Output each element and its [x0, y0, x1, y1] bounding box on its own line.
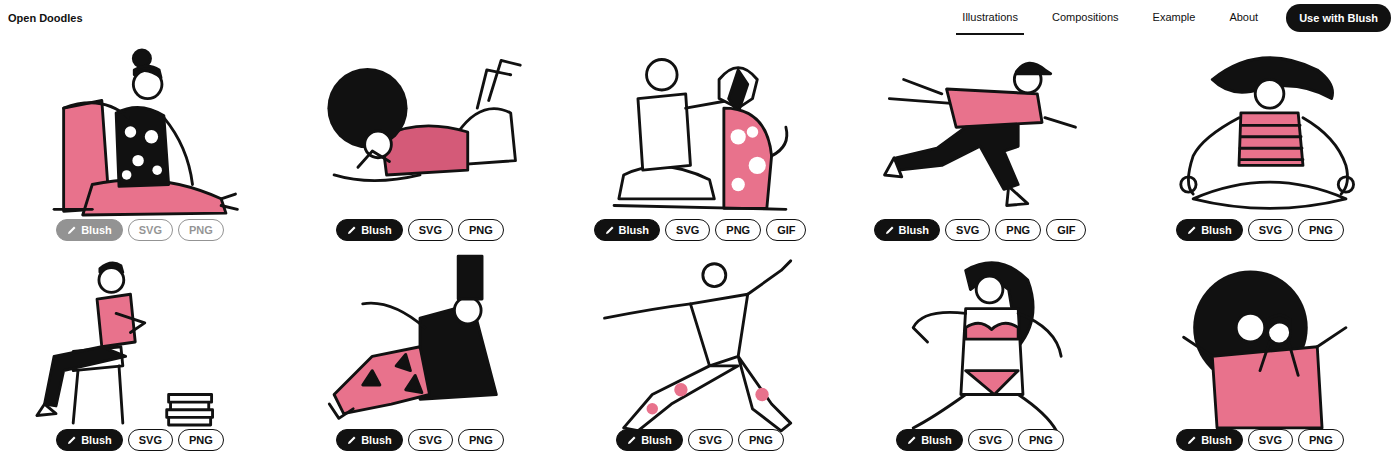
download-button[interactable]: PNG — [995, 219, 1041, 241]
download-button[interactable]: SVG — [945, 219, 990, 241]
blush-button[interactable]: Blush — [56, 219, 123, 241]
download-buttons: BlushSVGPNG — [336, 219, 504, 241]
doodle-illustration — [315, 251, 525, 433]
pencil-icon — [67, 225, 77, 235]
pencil-icon — [627, 435, 637, 445]
download-button[interactable]: PNG — [178, 219, 224, 241]
nav-link[interactable]: About — [1223, 0, 1264, 35]
illustration-card: BlushSVGPNG — [840, 251, 1120, 451]
doodle-illustration — [595, 41, 805, 223]
doodle-illustration — [875, 251, 1085, 433]
download-button[interactable]: SVG — [408, 219, 453, 241]
blush-button[interactable]: Blush — [874, 219, 941, 241]
doodle-illustration — [35, 251, 245, 433]
blush-button[interactable]: Blush — [594, 219, 661, 241]
site-title[interactable]: Open Doodles — [8, 12, 83, 24]
doodle-illustration — [1155, 251, 1365, 433]
illustration-card: BlushSVGPNGGIF — [560, 41, 840, 241]
page: Open Doodles Illustrations Compositions Ex… — [0, 0, 1400, 474]
download-button[interactable]: PNG — [458, 219, 504, 241]
download-button[interactable]: SVG — [128, 429, 173, 451]
pencil-icon — [347, 225, 357, 235]
pencil-icon — [885, 225, 895, 235]
blush-button[interactable]: Blush — [616, 429, 683, 451]
download-button[interactable]: PNG — [715, 219, 761, 241]
download-buttons: BlushSVGPNG — [616, 429, 784, 451]
blush-button[interactable]: Blush — [336, 429, 403, 451]
download-buttons: BlushSVGPNG — [896, 429, 1064, 451]
illustration-card: BlushSVGPNG — [1120, 251, 1400, 451]
download-button[interactable]: SVG — [968, 429, 1013, 451]
illustration-card: BlushSVGPNG — [1120, 41, 1400, 241]
download-buttons: BlushSVGPNG — [1176, 429, 1344, 451]
download-buttons: BlushSVGPNG — [56, 429, 224, 451]
pencil-icon — [605, 225, 615, 235]
download-buttons: BlushSVGPNGGIF — [594, 219, 807, 241]
download-button[interactable]: SVG — [128, 219, 173, 241]
download-button[interactable]: SVG — [1248, 429, 1293, 451]
illustration-card: BlushSVGPNG — [280, 251, 560, 451]
pencil-icon — [67, 435, 77, 445]
illustration-card: BlushSVGPNG — [0, 251, 280, 451]
illustration-card: BlushSVGPNGGIF — [840, 41, 1120, 241]
download-button[interactable]: SVG — [408, 429, 453, 451]
download-button[interactable]: PNG — [738, 429, 784, 451]
download-button[interactable]: GIF — [1046, 219, 1086, 241]
download-button[interactable]: PNG — [1298, 219, 1344, 241]
pencil-icon — [1187, 225, 1197, 235]
doodle-illustration — [875, 41, 1085, 223]
doodle-illustration — [315, 41, 525, 223]
download-button[interactable]: GIF — [766, 219, 806, 241]
blush-button[interactable]: Blush — [336, 219, 403, 241]
download-buttons: BlushSVGPNGGIF — [874, 219, 1087, 241]
illustration-card: BlushSVGPNG — [560, 251, 840, 451]
download-button[interactable]: PNG — [178, 429, 224, 451]
download-button[interactable]: PNG — [1298, 429, 1344, 451]
blush-button[interactable]: Blush — [1176, 219, 1243, 241]
doodle-illustration — [35, 41, 245, 223]
download-button[interactable]: SVG — [688, 429, 733, 451]
illustration-grid: BlushSVGPNG BlushSVGPNG BlushSVGPNGGIF B… — [0, 35, 1400, 451]
doodle-illustration — [1155, 41, 1365, 223]
pencil-icon — [907, 435, 917, 445]
pencil-icon — [1187, 435, 1197, 445]
nav-link[interactable]: Compositions — [1046, 0, 1125, 35]
doodle-illustration — [595, 251, 805, 433]
download-buttons: BlushSVGPNG — [56, 219, 224, 241]
use-with-blush-button[interactable]: Use with Blush — [1286, 4, 1391, 32]
download-button[interactable]: SVG — [1248, 219, 1293, 241]
download-button[interactable]: PNG — [458, 429, 504, 451]
blush-button[interactable]: Blush — [56, 429, 123, 451]
illustration-card: BlushSVGPNG — [0, 41, 280, 241]
download-button[interactable]: SVG — [665, 219, 710, 241]
illustration-card: BlushSVGPNG — [280, 41, 560, 241]
blush-button[interactable]: Blush — [1176, 429, 1243, 451]
download-buttons: BlushSVGPNG — [336, 429, 504, 451]
download-button[interactable]: PNG — [1018, 429, 1064, 451]
main-nav: Illustrations Compositions Example About Us… — [956, 0, 1391, 35]
download-buttons: BlushSVGPNG — [1176, 219, 1344, 241]
nav-link[interactable]: Illustrations — [956, 0, 1024, 35]
pencil-icon — [347, 435, 357, 445]
nav-link[interactable]: Example — [1147, 0, 1202, 35]
blush-button[interactable]: Blush — [896, 429, 963, 451]
top-bar: Open Doodles Illustrations Compositions Ex… — [0, 0, 1400, 35]
